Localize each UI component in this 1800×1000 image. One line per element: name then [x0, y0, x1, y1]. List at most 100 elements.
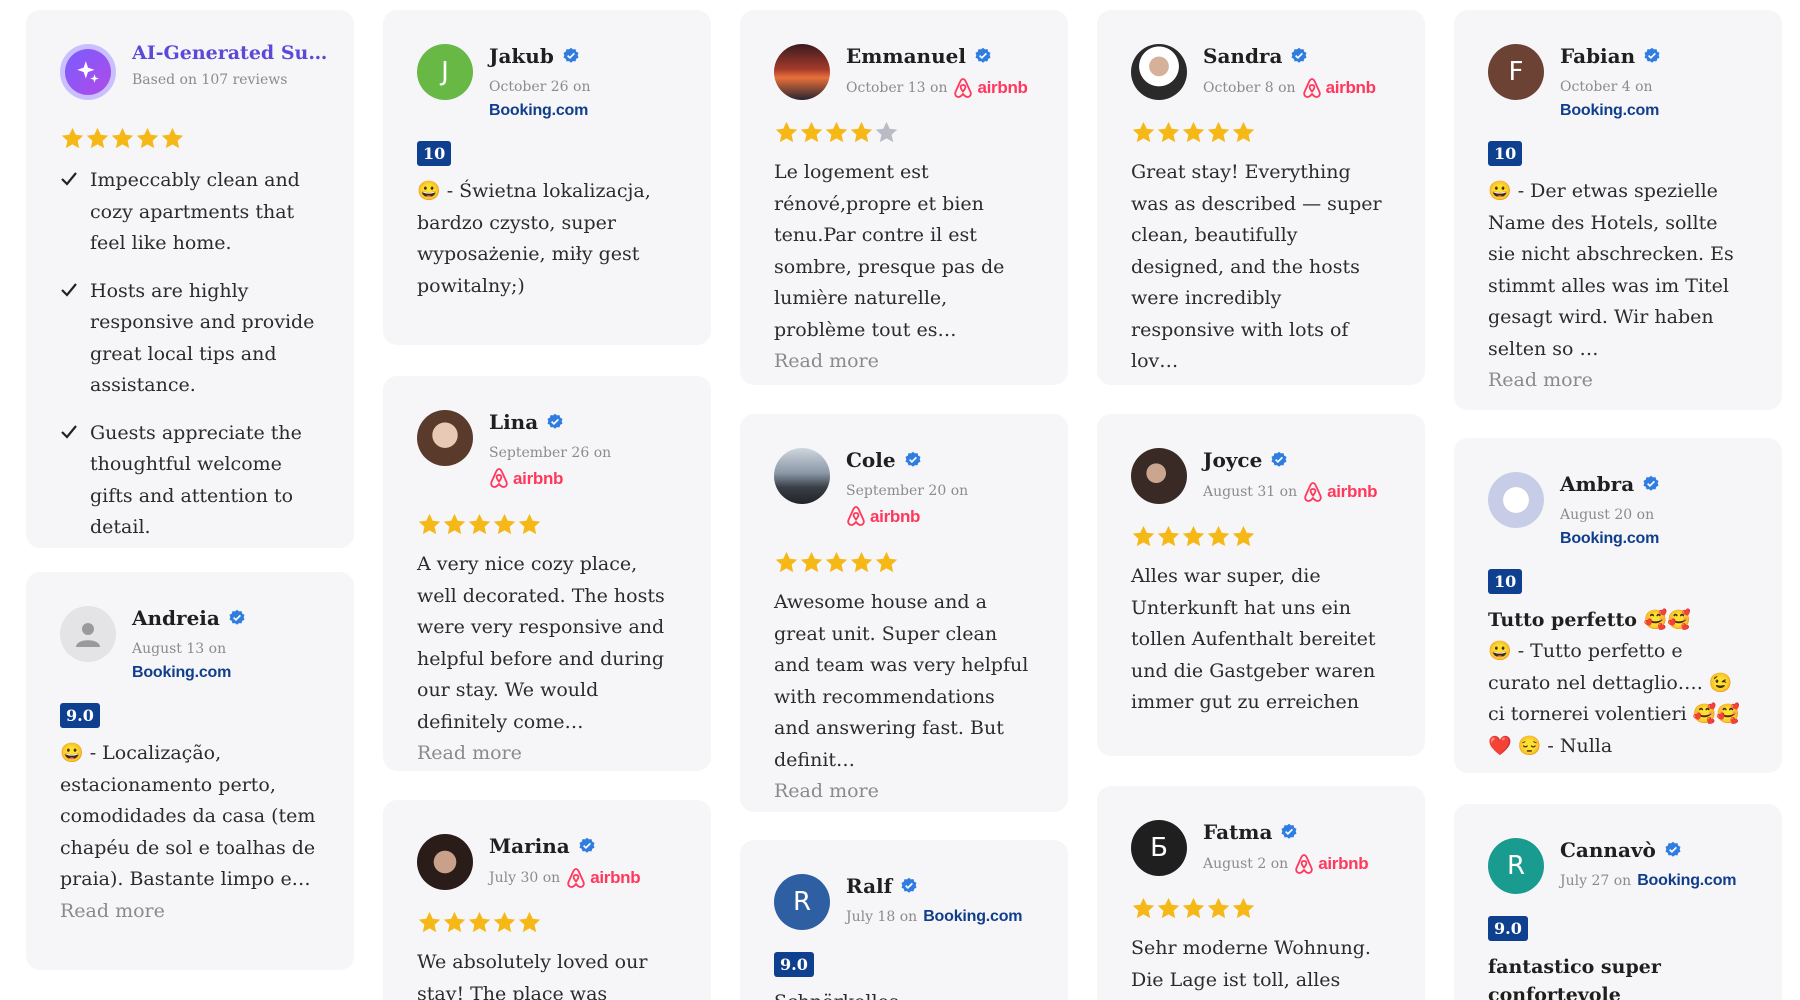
star-filled-icon	[800, 121, 823, 143]
verified-badge-icon	[228, 609, 246, 627]
review-card-sandra: Sandra October 8 on airbnb Great stay! Ev…	[1097, 10, 1425, 385]
summary-stars	[60, 126, 320, 151]
summary-bullet: Guests appreciate the thoughtful welcome…	[60, 418, 320, 544]
reviewer-name: Marina	[489, 834, 570, 858]
rating-stars	[1131, 524, 1391, 549]
airbnb-logo: airbnb	[1294, 853, 1369, 875]
star-filled-icon	[800, 551, 823, 573]
star-filled-icon	[443, 513, 466, 535]
airbnb-icon	[1295, 854, 1313, 874]
booking-logo: Booking.com	[923, 908, 1023, 925]
star-filled-icon	[1157, 121, 1180, 143]
booking-logo: Booking.com	[1560, 102, 1660, 119]
rating-stars	[1131, 896, 1391, 921]
verified-badge-icon	[546, 413, 564, 431]
verified-badge-icon	[1643, 47, 1661, 65]
reviewer-name: Andreia	[132, 606, 220, 630]
star-filled-icon	[850, 121, 873, 143]
review-date: July 18	[846, 909, 896, 925]
avatar: Б	[1131, 820, 1187, 876]
avatar	[1488, 472, 1544, 528]
review-text: We absolutely loved our stay! The place …	[417, 951, 648, 1000]
airbnb-icon	[1302, 78, 1321, 98]
review-card-cannavo: R Cannavò July 27 on Booking.com 9.0 fant…	[1454, 804, 1782, 1000]
star-filled-icon	[1182, 897, 1205, 919]
review-date: October 26	[489, 79, 569, 95]
review-text: 😀 - Localização, estacionamento perto, c…	[60, 742, 316, 890]
review-date: August 2	[1203, 856, 1267, 872]
read-more-link[interactable]: Read more	[1488, 365, 1748, 397]
review-text: Sehr moderne Wohnung. Die Lage ist toll,…	[1131, 937, 1371, 991]
reviewer-name: Jakub	[489, 44, 554, 68]
reviewer-name: Emmanuel	[846, 44, 966, 68]
summary-bullets: Impeccably clean and cozy apartments tha…	[60, 165, 320, 544]
booking-logo: Booking.com	[132, 664, 232, 681]
star-empty-icon	[875, 121, 898, 143]
review-date: August 31	[1203, 484, 1276, 500]
review-text: Great stay! Everything was as described …	[1131, 161, 1382, 372]
avatar: J	[417, 44, 473, 100]
reviewer-name: Fabian	[1560, 44, 1636, 68]
verified-badge-icon	[1280, 823, 1298, 841]
star-filled-icon	[1182, 121, 1205, 143]
review-card-fabian: F Fabian October 4 on Booking.com 10 😀 -…	[1454, 10, 1782, 410]
star-filled-icon	[111, 127, 134, 149]
summary-bullet: Impeccably clean and cozy apartments tha…	[60, 165, 320, 260]
airbnb-logo: airbnb	[1302, 77, 1376, 99]
score-badge: 10	[1488, 569, 1523, 594]
star-filled-icon	[1232, 525, 1255, 547]
review-text: 😀 - Świetna lokalizacja, bardzo czysto, …	[417, 180, 651, 297]
airbnb-icon	[954, 78, 973, 98]
avatar	[774, 44, 830, 100]
star-filled-icon	[875, 551, 898, 573]
review-card-fatma: Б Fatma August 2 on airbnb Sehr moderne W…	[1097, 786, 1425, 1000]
star-filled-icon	[1232, 897, 1255, 919]
review-card-lina: Lina September 26 on airbnb A very nice …	[383, 376, 711, 771]
star-filled-icon	[443, 911, 466, 933]
read-more-link[interactable]: Read more	[1131, 378, 1391, 386]
read-more-link[interactable]: Read more	[774, 776, 1034, 808]
star-filled-icon	[61, 127, 84, 149]
booking-logo: Booking.com	[1560, 530, 1660, 547]
rating-stars	[774, 550, 1034, 575]
avatar	[774, 448, 830, 504]
star-filled-icon	[161, 127, 184, 149]
avatar	[1131, 448, 1187, 504]
avatar	[1131, 44, 1187, 100]
read-more-link[interactable]: Read more	[774, 346, 1034, 378]
star-filled-icon	[418, 911, 441, 933]
score-badge: 10	[1488, 141, 1523, 166]
reviewer-name: Cannavò	[1560, 838, 1656, 862]
airbnb-icon	[1304, 482, 1322, 502]
review-date: October 8	[1203, 80, 1274, 96]
avatar-placeholder-icon	[60, 606, 116, 662]
read-more-link[interactable]: Read more	[417, 738, 677, 770]
rating-stars	[1131, 120, 1391, 145]
read-more-link[interactable]: Read more	[60, 896, 320, 928]
review-date: July 27	[1560, 873, 1610, 889]
review-title: fantastico super confortevole	[1488, 956, 1661, 1000]
score-badge: 9.0	[60, 703, 100, 728]
star-filled-icon	[1132, 121, 1155, 143]
star-filled-icon	[518, 911, 541, 933]
avatar: R	[1488, 838, 1544, 894]
review-date: October 13	[846, 80, 926, 96]
verified-badge-icon	[562, 47, 580, 65]
summary-title: AI-Generated Summary	[132, 44, 332, 63]
star-filled-icon	[1132, 525, 1155, 547]
verified-badge-icon	[974, 47, 992, 65]
summary-subtitle: Based on 107 reviews	[132, 72, 288, 88]
star-filled-icon	[1232, 121, 1255, 143]
avatar: F	[1488, 44, 1544, 100]
score-badge: 10	[417, 141, 452, 166]
summary-bullet: Hosts are highly responsive and provide …	[60, 276, 320, 402]
review-card-emmanuel: Emmanuel October 13 on airbnb Le logement…	[740, 10, 1068, 385]
star-filled-icon	[1207, 897, 1230, 919]
airbnb-logo: airbnb	[566, 867, 641, 889]
reviewer-name: Cole	[846, 448, 896, 472]
review-card-andreia: Andreia August 13 on Booking.com 9.0 😀 -…	[26, 572, 354, 970]
review-text: 😀 - Der etwas spezielle Name des Hotels,…	[1488, 180, 1734, 360]
review-card-joyce: Joyce August 31 on airbnb Alles war super…	[1097, 414, 1425, 756]
airbnb-icon	[490, 468, 508, 488]
reviewer-name: Lina	[489, 410, 539, 434]
